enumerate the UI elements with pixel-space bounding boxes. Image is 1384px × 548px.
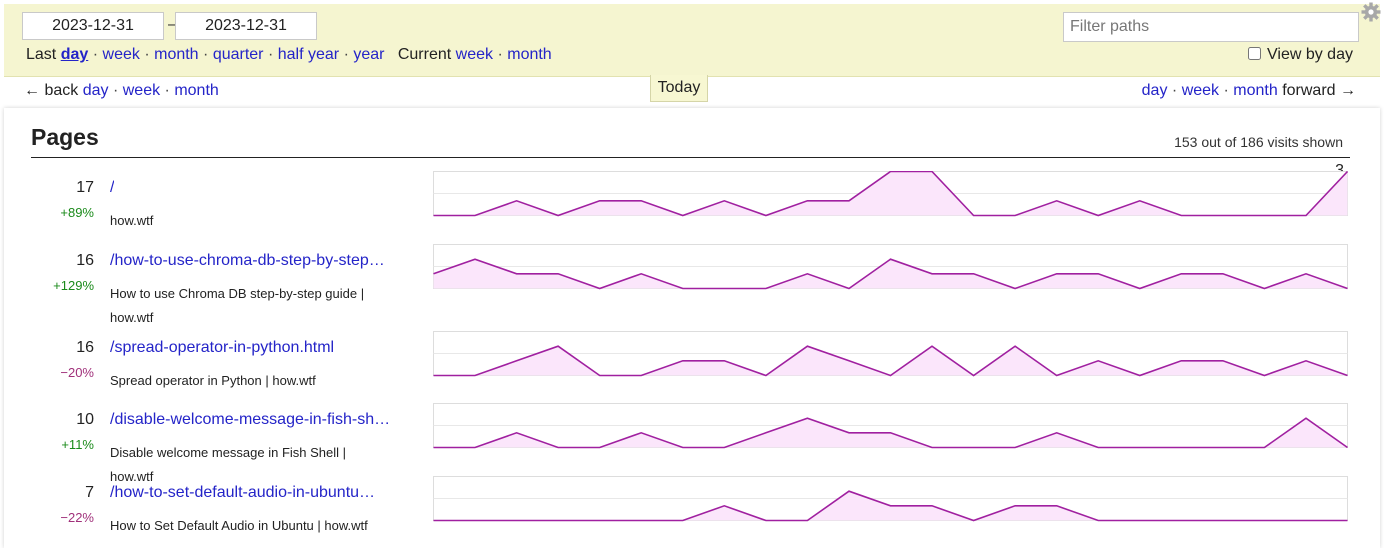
view-by-day-checkbox[interactable] <box>1248 47 1261 60</box>
today-button[interactable]: Today <box>650 75 708 102</box>
visit-count: 10 <box>76 411 94 428</box>
view-by-day-toggle[interactable]: View by day <box>1248 46 1353 64</box>
change-percent: −22% <box>60 510 94 525</box>
back-navigation: ← back day · week · month <box>24 82 219 99</box>
current-month-link[interactable]: month <box>507 46 551 63</box>
change-percent: +89% <box>60 205 94 220</box>
visits-sparkline[interactable] <box>433 244 1349 290</box>
last-year-link[interactable]: year <box>353 46 384 63</box>
last-label: Last <box>26 46 57 63</box>
page-title: how.wtf <box>110 213 154 228</box>
last-week-link[interactable]: week <box>103 46 140 63</box>
top-controls-bar: – Last day · week · month · quarter · ha… <box>4 4 1380 77</box>
page-title: Spread operator in Python | how.wtf <box>110 373 316 388</box>
forward-label: forward → <box>1282 82 1356 99</box>
page-title: How to use Chroma DB step-by-step guide … <box>110 286 365 325</box>
page-path-link[interactable]: /how-to-use-chroma-db-step-by-step… <box>110 252 385 270</box>
visit-count: 17 <box>76 179 94 196</box>
back-month-link[interactable]: month <box>174 82 218 99</box>
change-percent: +11% <box>61 437 94 452</box>
start-date-input[interactable] <box>22 12 164 40</box>
visit-count: 16 <box>76 339 94 356</box>
last-quarter-link[interactable]: quarter <box>213 46 264 63</box>
current-week-link[interactable]: week <box>456 46 493 63</box>
pages-heading: Pages <box>31 124 99 150</box>
period-selector: Last day · week · month · quarter · half… <box>26 46 552 63</box>
view-by-day-label: View by day <box>1267 46 1353 63</box>
change-percent: +129% <box>53 278 94 293</box>
back-label: ← back <box>24 82 79 99</box>
visits-sparkline[interactable] <box>433 476 1349 522</box>
last-half-year-link[interactable]: half year <box>278 46 339 63</box>
back-week-link[interactable]: week <box>123 82 160 99</box>
forward-navigation: day · week · month forward → <box>1141 82 1356 99</box>
visit-count: 16 <box>76 252 94 269</box>
current-label: Current <box>397 46 452 63</box>
end-date-input[interactable] <box>175 12 317 40</box>
page-path-link[interactable]: /how-to-set-default-audio-in-ubuntu… <box>110 484 375 502</box>
last-month-link[interactable]: month <box>154 46 198 63</box>
page-path-link[interactable]: / <box>110 179 114 197</box>
gear-icon[interactable] <box>1361 2 1381 22</box>
visits-sparkline[interactable] <box>433 331 1349 377</box>
forward-week-link[interactable]: week <box>1182 82 1219 99</box>
back-day-link[interactable]: day <box>83 82 109 99</box>
filter-paths-input[interactable] <box>1063 12 1359 42</box>
last-day-link[interactable]: day <box>61 46 89 63</box>
page-title: How to Set Default Audio in Ubuntu | how… <box>110 518 368 533</box>
page-title: Disable welcome message in Fish Shell | … <box>110 445 347 484</box>
forward-month-link[interactable]: month <box>1233 82 1277 99</box>
visits-sparkline[interactable] <box>433 171 1349 217</box>
forward-day-link[interactable]: day <box>1142 82 1168 99</box>
visit-count: 7 <box>85 484 94 501</box>
change-percent: −20% <box>60 365 94 380</box>
visits-shown-count: 153 out of 186 visits shown <box>1174 134 1343 150</box>
heading-divider <box>31 157 1350 158</box>
visits-sparkline[interactable] <box>433 403 1349 449</box>
page-path-link[interactable]: /disable-welcome-message-in-fish-sh… <box>110 411 390 429</box>
page-path-link[interactable]: /spread-operator-in-python.html <box>110 339 334 357</box>
